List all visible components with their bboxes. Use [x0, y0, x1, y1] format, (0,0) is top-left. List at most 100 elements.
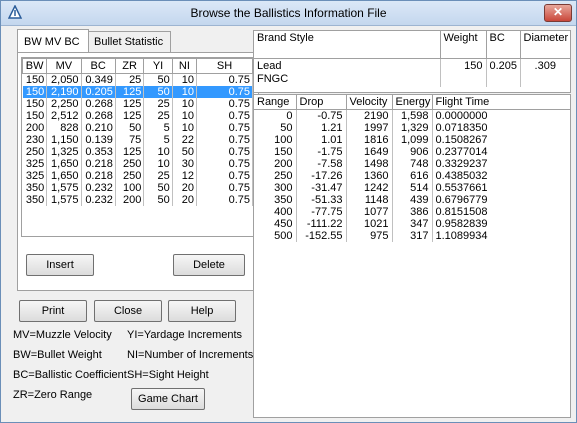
range-row[interactable]: 100 1.01 1816 1,099 0.1508267: [254, 134, 570, 146]
range-row[interactable]: 250 -17.26 1360 616 0.4385032: [254, 170, 570, 182]
cell-range: 500: [254, 230, 297, 242]
table-row[interactable]: 250 1,325 0.353 125 10 50 0.75: [22, 146, 253, 158]
bullet-info-panel: Brand Style Weight BC Diameter Lead FNGC…: [253, 30, 571, 93]
weight-header[interactable]: Weight: [440, 31, 487, 59]
col-range[interactable]: Range: [254, 95, 297, 110]
col-yi[interactable]: YI: [143, 58, 173, 74]
cell-sh: 0.75: [196, 134, 253, 146]
cell-ni: 12: [172, 170, 198, 182]
print-button[interactable]: Print: [19, 300, 87, 322]
table-row[interactable]: 150 2,250 0.268 125 25 10 0.75: [22, 98, 253, 110]
cell-energy: 514: [392, 182, 433, 194]
table-row[interactable]: 150 2,050 0.349 25 50 10 0.75: [22, 73, 253, 86]
browse-ballistics-window: Browse the Ballistics Information File ✕…: [0, 0, 577, 423]
help-button[interactable]: Help: [168, 300, 236, 322]
range-row[interactable]: 0 -0.75 2190 1,598 0.0000000: [254, 109, 570, 122]
cell-yi: 50: [143, 194, 173, 206]
cell-mv: 2,190: [46, 86, 82, 98]
cell-sh: 0.75: [196, 110, 253, 122]
close-button[interactable]: Close: [94, 300, 162, 322]
col-bw[interactable]: BW: [22, 58, 48, 74]
bc-header[interactable]: BC: [486, 31, 521, 59]
cell-bc: 0.205: [81, 86, 116, 98]
cell-velocity: 1498: [346, 158, 393, 170]
legend-bc: BC=Ballistic Coefficient: [13, 369, 127, 381]
range-row[interactable]: 500 -152.55 975 317 1.1089934: [254, 230, 570, 242]
range-table-body: 0 -0.75 2190 1,598 0.0000000 50 1.21 1997 1,329 0…: [254, 109, 570, 242]
cell-sh: 0.75: [196, 86, 253, 98]
cell-velocity: 1360: [346, 170, 393, 182]
cell-sh: 0.75: [196, 182, 253, 194]
cell-zr: 100: [115, 182, 145, 194]
cell-sh: 0.75: [196, 73, 253, 86]
col-bc[interactable]: BC: [80, 58, 116, 74]
style-value: FNGC: [257, 72, 289, 85]
table-row[interactable]: 350 1,575 0.232 100 50 20 0.75: [22, 182, 253, 194]
cell-velocity: 1997: [346, 122, 393, 134]
cell-energy: 616: [392, 170, 433, 182]
table-row[interactable]: 350 1,575 0.232 200 50 20 0.75: [22, 194, 253, 206]
cell-range: 300: [254, 182, 297, 194]
table-row[interactable]: 150 2,512 0.268 125 25 10 0.75: [22, 110, 253, 122]
col-mv[interactable]: MV: [46, 58, 82, 74]
tab-bullet-statistic[interactable]: Bullet Statistic: [87, 31, 171, 52]
cell-bw: 350: [22, 194, 48, 206]
cell-range: 0: [254, 109, 297, 122]
cell-velocity: 1077: [346, 206, 393, 218]
col-zr[interactable]: ZR: [114, 58, 145, 74]
tab-bw-mv-bc[interactable]: BW MV BC: [17, 29, 89, 52]
cell-zr: 125: [115, 146, 145, 158]
game-chart-button[interactable]: Game Chart: [131, 388, 205, 410]
title-bar[interactable]: Browse the Ballistics Information File ✕: [1, 1, 576, 26]
cell-mv: 828: [46, 122, 82, 134]
range-row[interactable]: 200 -7.58 1498 748 0.3329237: [254, 158, 570, 170]
insert-button[interactable]: Insert: [26, 254, 94, 276]
range-row[interactable]: 300 -31.47 1242 514 0.5537661: [254, 182, 570, 194]
cell-ni: 20: [172, 182, 198, 194]
table-row[interactable]: 325 1,650 0.218 250 10 30 0.75: [22, 158, 253, 170]
cell-bw: 150: [22, 73, 48, 86]
col-ni[interactable]: NI: [171, 58, 198, 74]
cell-yi: 10: [143, 146, 173, 158]
table-row[interactable]: 325 1,650 0.218 250 25 12 0.75: [22, 170, 253, 182]
bullet-table-header: BW MV BC ZR YI NI SH: [22, 58, 253, 74]
bc-value: 0.205: [486, 58, 521, 87]
diameter-header[interactable]: Diameter: [520, 31, 570, 59]
range-row[interactable]: 450 -111.22 1021 347 0.9582839: [254, 218, 570, 230]
info-header-row: Brand Style Weight BC Diameter: [254, 31, 570, 59]
client-area: BW MV BC Bullet Statistic BW MV BC ZR YI…: [5, 27, 572, 418]
delete-button[interactable]: Delete: [173, 254, 245, 276]
cell-mv: 2,512: [46, 110, 82, 122]
table-row[interactable]: 230 1,150 0.139 75 5 22 0.75: [22, 134, 253, 146]
cell-mv: 1,575: [46, 182, 82, 194]
range-row[interactable]: 400 -77.75 1077 386 0.8151508: [254, 206, 570, 218]
cell-flight-time: 0.1508267: [435, 134, 488, 146]
cell-zr: 75: [115, 134, 145, 146]
brand-style-header[interactable]: Brand Style: [254, 31, 441, 59]
cell-drop: -111.22: [296, 218, 347, 230]
cell-ni: 10: [172, 122, 198, 134]
range-row[interactable]: 350 -51.33 1148 439 0.6796779: [254, 194, 570, 206]
cell-flight-time: 0.5537661: [435, 182, 488, 194]
table-row[interactable]: 200 828 0.210 50 5 10 0.75: [22, 122, 253, 134]
col-drop[interactable]: Drop: [296, 95, 347, 110]
range-row[interactable]: 50 1.21 1997 1,329 0.0718350: [254, 122, 570, 134]
cell-flight-time: 0.0718350: [435, 122, 488, 134]
cell-bw: 350: [22, 182, 48, 194]
range-row[interactable]: 150 -1.75 1649 906 0.2377014: [254, 146, 570, 158]
col-velocity[interactable]: Velocity: [346, 95, 393, 110]
cell-energy: 317: [392, 230, 433, 242]
cell-mv: 2,050: [46, 73, 82, 86]
window-close-button[interactable]: ✕: [544, 4, 572, 22]
range-table: Range Drop Velocity Energy Flight Time 0…: [254, 95, 570, 242]
cell-ni: 10: [172, 110, 198, 122]
table-row[interactable]: 150 2,190 0.205 125 50 10 0.75: [22, 86, 253, 98]
cell-velocity: 1148: [346, 194, 393, 206]
col-sh[interactable]: SH: [196, 58, 253, 74]
range-table-panel[interactable]: Range Drop Velocity Energy Flight Time 0…: [253, 94, 571, 418]
cell-zr: 200: [115, 194, 145, 206]
col-flight-time[interactable]: Flight Time: [432, 95, 570, 110]
bullet-list[interactable]: BW MV BC ZR YI NI SH 150 2,050 0.349 25 50 10…: [21, 57, 254, 237]
col-energy[interactable]: Energy: [392, 95, 433, 110]
bullet-table: BW MV BC ZR YI NI SH 150 2,050 0.349 25 50 10…: [22, 58, 253, 206]
